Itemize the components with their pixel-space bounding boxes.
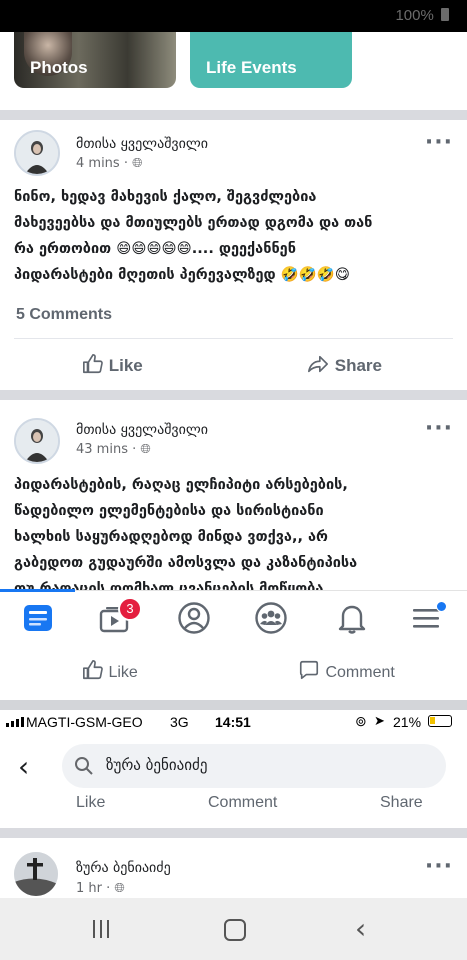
action-row: Like Comment Share bbox=[0, 792, 467, 816]
back-arrow-icon[interactable]: ‹ bbox=[18, 750, 29, 783]
post-time[interactable]: 4 mins bbox=[76, 156, 120, 171]
comment-label: Comment bbox=[325, 664, 395, 681]
divider-line bbox=[14, 338, 453, 339]
author-avatar[interactable] bbox=[14, 852, 58, 896]
thumbs-up-icon bbox=[83, 354, 103, 374]
section-divider bbox=[0, 390, 467, 400]
life-events-label: Life Events bbox=[206, 58, 297, 77]
battery-icon bbox=[441, 8, 449, 21]
recent-apps-icon[interactable] bbox=[93, 920, 109, 938]
notification-badge: 3 bbox=[118, 597, 142, 621]
post-line: თუ რაღაცის დომხალ ცვანცების მოწყობა bbox=[14, 581, 324, 590]
watch-tab[interactable]: 3 bbox=[96, 597, 142, 637]
signal-strength-icon bbox=[6, 715, 24, 727]
rotation-lock-icon: ⊚ bbox=[355, 713, 367, 729]
thumbs-up-icon bbox=[83, 660, 103, 680]
post-line: გაბედოთ გუდაურში ამოსვლა და კაზანტიპისა bbox=[14, 555, 358, 571]
news-feed-icon[interactable] bbox=[22, 603, 54, 633]
post-meta: 1 hr · 🌐︎ bbox=[76, 881, 125, 896]
author-name[interactable]: მთისა ყველაშვილი bbox=[76, 136, 208, 152]
share-label: Share bbox=[334, 356, 382, 375]
profile-icon[interactable] bbox=[177, 601, 211, 635]
new-indicator-dot bbox=[436, 601, 447, 612]
post-line: პიდარასტების, რაღაც ელჩიპიტი არსებების, bbox=[14, 477, 348, 493]
post-line: ხალხის საყურადღებოდ მინდა ვთქვა,, არ bbox=[14, 529, 328, 545]
share-button[interactable]: Share bbox=[380, 794, 423, 812]
author-name[interactable]: ზურა ბენიაიძე bbox=[76, 860, 171, 876]
globe-icon: 🌐︎ bbox=[132, 156, 143, 171]
comments-count[interactable]: 5 Comments bbox=[16, 306, 112, 324]
author-avatar[interactable] bbox=[14, 418, 60, 464]
post-line: წადებილო ელემენტებისა და სირისტიანი bbox=[14, 503, 324, 519]
section-divider bbox=[0, 828, 467, 838]
more-options-icon[interactable]: ··· bbox=[425, 416, 453, 441]
photos-label: Photos bbox=[30, 58, 88, 77]
battery-percent: 21% bbox=[393, 714, 422, 730]
screenshot-divider bbox=[0, 700, 467, 710]
battery-icon bbox=[428, 715, 452, 727]
clock: 14:51 bbox=[215, 714, 251, 730]
location-arrow-icon: ➤ bbox=[374, 713, 385, 728]
like-button[interactable]: Like bbox=[82, 353, 143, 376]
post-text: პიდარასტების, რაღაც ელჩიპიტი არსებების, … bbox=[14, 472, 454, 590]
more-options-icon[interactable]: ··· bbox=[425, 854, 453, 879]
post-line: ნინო, ხედავ მახევის ქალო, შეგვძლებია bbox=[14, 189, 317, 205]
battery-text: 100% bbox=[395, 7, 434, 24]
more-options-icon[interactable]: ··· bbox=[425, 130, 453, 155]
photos-tile[interactable]: Photos bbox=[14, 32, 176, 88]
notifications-bell-icon[interactable] bbox=[336, 601, 368, 635]
comment-button[interactable]: Comment bbox=[208, 794, 277, 812]
post-text: ნინო, ხედავ მახევის ქალო, შეგვძლებია მახ… bbox=[14, 184, 454, 288]
search-query: ზურა ბენიაიძე bbox=[106, 756, 208, 774]
back-nav-icon[interactable]: ‹ bbox=[355, 912, 366, 945]
active-tab-indicator bbox=[0, 589, 75, 592]
menu-tab[interactable] bbox=[410, 601, 447, 635]
post-card: ზურა ბენიაიძე 1 hr · 🌐︎ ··· bbox=[0, 838, 467, 898]
search-input[interactable]: ზურა ბენიაიძე bbox=[62, 744, 446, 788]
comment-button[interactable]: Comment bbox=[297, 659, 395, 682]
home-icon[interactable] bbox=[224, 919, 246, 941]
post-card: მთისა ყველაშვილი 4 mins · 🌐︎ ··· ნინო, ხ… bbox=[0, 120, 467, 390]
like-button[interactable]: Like bbox=[82, 659, 138, 682]
share-button[interactable]: Share bbox=[306, 353, 382, 376]
like-label: Like bbox=[108, 664, 138, 681]
like-button[interactable]: Like bbox=[76, 794, 105, 812]
groups-icon[interactable] bbox=[254, 601, 288, 635]
comment-bubble-icon bbox=[299, 660, 319, 680]
post-line: მახევეებსა და მთიულებს ერთად დგომა და თა… bbox=[14, 215, 373, 231]
dot-separator: · bbox=[123, 156, 133, 171]
post-meta: 4 mins · 🌐︎ bbox=[76, 156, 143, 171]
action-row: Like Comment bbox=[0, 644, 467, 700]
system-status-bar: 100% bbox=[0, 0, 467, 32]
post-line: რა ერთობით 😄😄😄😄😄.... დეექანნენ bbox=[14, 241, 296, 257]
post-time[interactable]: 1 hr bbox=[76, 881, 102, 896]
globe-icon: 🌐︎ bbox=[114, 881, 125, 896]
section-divider bbox=[0, 110, 467, 120]
phone-status-bar: MAGTI-GSM-GEO 3G 14:51 ⊚ ➤ 21% bbox=[0, 710, 467, 734]
like-label: Like bbox=[108, 356, 143, 375]
battery-indicator: 100% bbox=[395, 7, 449, 24]
android-nav-bar: ‹ bbox=[0, 898, 467, 960]
network-type: 3G bbox=[170, 714, 189, 730]
avatar-image bbox=[16, 420, 58, 462]
life-events-tile[interactable]: Life Events bbox=[190, 32, 352, 88]
post-card: მთისა ყველაშვილი 43 mins · 🌐︎ ··· პიდარა… bbox=[0, 400, 467, 590]
carrier-name: MAGTI-GSM-GEO bbox=[26, 714, 143, 730]
bottom-nav-bar: 3 bbox=[0, 589, 467, 645]
share-arrow-icon bbox=[308, 355, 328, 373]
avatar-image bbox=[16, 132, 58, 174]
post-meta: 43 mins · 🌐︎ bbox=[76, 442, 151, 457]
globe-icon: 🌐︎ bbox=[140, 442, 151, 457]
post-line: პიდარასტები მღეთის პერევალზედ 🤣🤣🤣😋 bbox=[14, 267, 350, 283]
author-name[interactable]: მთისა ყველაშვილი bbox=[76, 422, 208, 438]
avatar-image bbox=[14, 852, 58, 896]
search-icon bbox=[75, 757, 93, 775]
author-avatar[interactable] bbox=[14, 130, 60, 176]
post-time[interactable]: 43 mins bbox=[76, 442, 128, 457]
